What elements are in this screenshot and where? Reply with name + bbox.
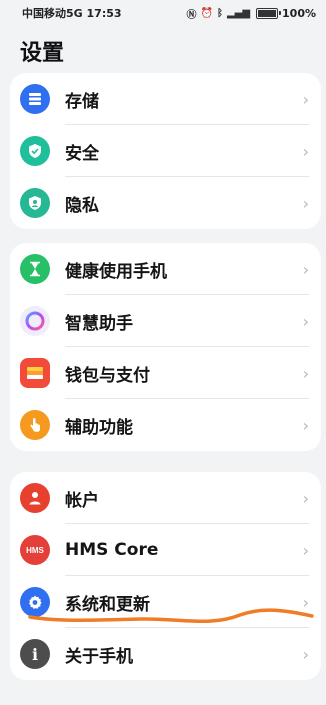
settings-item-privacy[interactable]: 隐私 › bbox=[10, 177, 321, 229]
storage-icon bbox=[20, 84, 50, 114]
settings-item-label: 辅助功能 bbox=[65, 417, 133, 438]
settings-item-label: 钱包与支付 bbox=[65, 365, 150, 386]
info-icon: i bbox=[20, 639, 50, 669]
status-left: 中国移动5G 17:53 bbox=[22, 5, 122, 21]
chevron-right-icon: › bbox=[302, 363, 309, 383]
chevron-right-icon: › bbox=[302, 193, 309, 213]
account-icon bbox=[20, 483, 50, 513]
chevron-right-icon: › bbox=[302, 592, 309, 612]
settings-item-label: 存储 bbox=[65, 91, 99, 112]
signal-icon: ▂▄▆ bbox=[226, 7, 251, 19]
settings-item-storage[interactable]: 存储 › bbox=[10, 73, 321, 125]
chevron-right-icon: › bbox=[302, 311, 309, 331]
settings-group-1: 存储 › 安全 › 隐私 › bbox=[10, 73, 321, 229]
settings-item-label: 健康使用手机 bbox=[65, 261, 167, 282]
settings-item-label: 系统和更新 bbox=[65, 594, 150, 615]
chevron-right-icon: › bbox=[302, 488, 309, 508]
alarm-icon: ⏰ bbox=[200, 7, 213, 19]
settings-item-label: 智慧助手 bbox=[65, 313, 133, 334]
settings-item-wallet[interactable]: 钱包与支付 › bbox=[10, 347, 321, 399]
settings-item-smart-assistant[interactable]: 智慧助手 › bbox=[10, 295, 321, 347]
settings-group-2: 健康使用手机 › 智慧助手 › 钱包与支付 › 辅助功能 › bbox=[10, 243, 321, 451]
settings-item-account[interactable]: 帐户 › bbox=[10, 472, 321, 524]
settings-item-label: 隐私 bbox=[65, 195, 99, 216]
privacy-icon bbox=[20, 188, 50, 218]
hourglass-icon bbox=[20, 254, 50, 284]
settings-item-accessibility[interactable]: 辅助功能 › bbox=[10, 399, 321, 451]
carrier-label: 中国移动5G bbox=[22, 7, 83, 20]
chevron-right-icon: › bbox=[302, 540, 309, 560]
page-title: 设置 bbox=[20, 41, 65, 66]
settings-item-system-update[interactable]: 系统和更新 › bbox=[10, 576, 321, 628]
settings-item-label: 安全 bbox=[65, 143, 99, 164]
chevron-right-icon: › bbox=[302, 259, 309, 279]
assistant-icon bbox=[20, 306, 50, 336]
clock: 17:53 bbox=[86, 7, 122, 20]
settings-group-3: 帐户 › HMS HMS Core › 系统和更新 › i 关于手机 › bbox=[10, 472, 321, 680]
chevron-right-icon: › bbox=[302, 89, 309, 109]
shield-icon bbox=[20, 136, 50, 166]
settings-item-label: HMS Core bbox=[65, 540, 159, 560]
chevron-right-icon: › bbox=[302, 141, 309, 161]
settings-item-hms-core[interactable]: HMS HMS Core › bbox=[10, 524, 321, 576]
battery-icon bbox=[256, 7, 282, 19]
hms-icon: HMS bbox=[20, 535, 50, 565]
nfc-icon: Ⓝ bbox=[186, 9, 197, 21]
settings-item-label: 帐户 bbox=[65, 490, 99, 511]
status-right: Ⓝ ⏰ ᛒ ▂▄▆ 100% bbox=[186, 6, 316, 21]
settings-item-about-phone[interactable]: i 关于手机 › bbox=[10, 628, 321, 680]
status-bar: 中国移动5G 17:53 Ⓝ ⏰ ᛒ ▂▄▆ 100% bbox=[0, 0, 326, 26]
settings-item-digital-balance[interactable]: 健康使用手机 › bbox=[10, 243, 321, 295]
gear-icon bbox=[20, 587, 50, 617]
settings-item-security[interactable]: 安全 › bbox=[10, 125, 321, 177]
bluetooth-icon: ᛒ bbox=[216, 7, 223, 19]
wallet-icon bbox=[20, 358, 50, 388]
battery-level: 100% bbox=[282, 6, 316, 20]
settings-item-label: 关于手机 bbox=[65, 646, 133, 667]
hand-icon bbox=[20, 410, 50, 440]
chevron-right-icon: › bbox=[302, 415, 309, 435]
chevron-right-icon: › bbox=[302, 644, 309, 664]
